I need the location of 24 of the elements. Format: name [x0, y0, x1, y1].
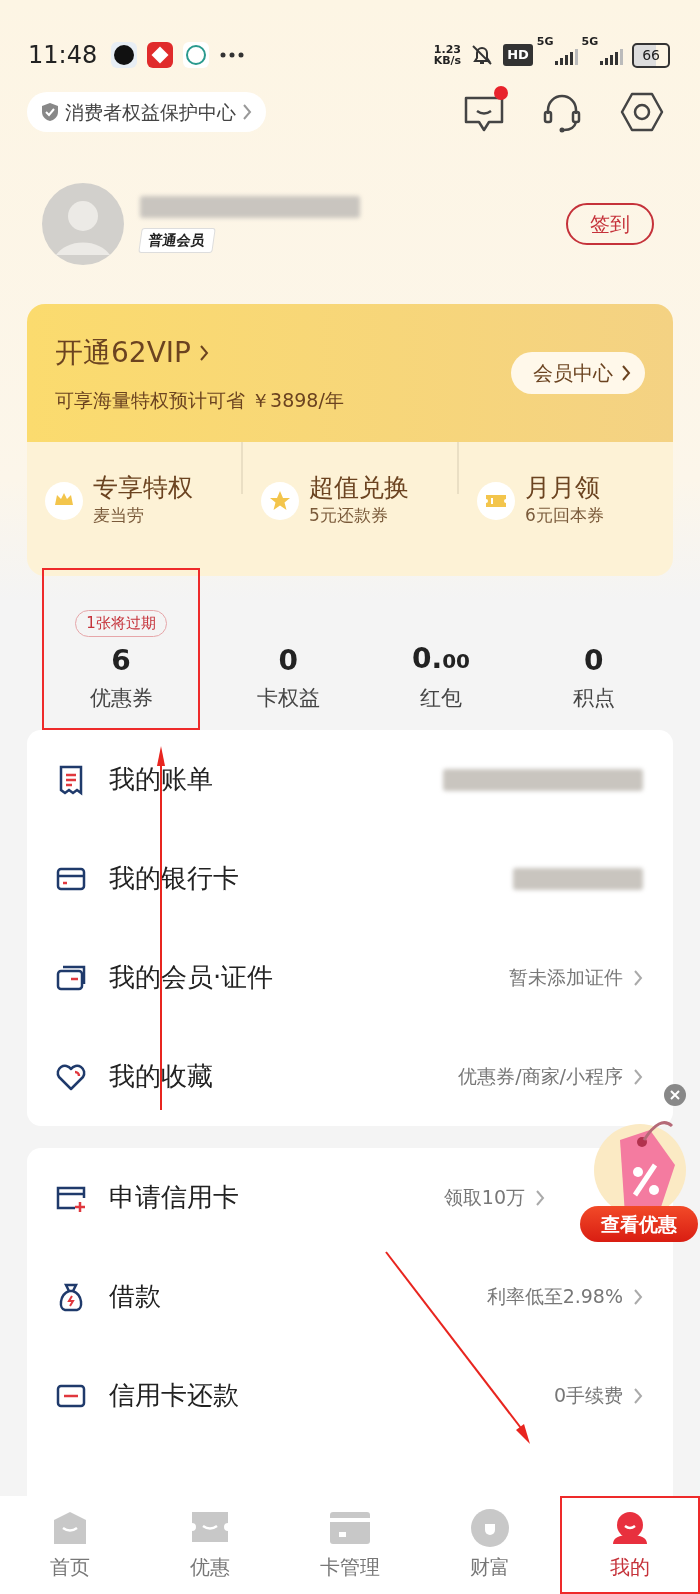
battery-level: 66 — [632, 42, 670, 68]
menu-detail: 0手续费 — [553, 1383, 623, 1409]
net-speed-unit: KB/s — [433, 55, 462, 66]
net-speed: 1.23 — [433, 44, 462, 55]
vip-savings-text: 可享海量特权预计可省 ￥3898/年 — [55, 388, 344, 413]
network-type: 5G — [581, 34, 599, 50]
menu-label: 借款 — [109, 1280, 162, 1313]
menu-detail: 利率低至2.98% — [486, 1284, 623, 1310]
menu-label: 我的收藏 — [109, 1060, 214, 1093]
menu-label: 我的会员·证件 — [109, 961, 275, 994]
member-level-tag: 普通会员 — [138, 227, 216, 253]
perk-subtitle: 5元还款券 — [309, 504, 389, 528]
network-type: 5G — [536, 34, 554, 50]
menu-label: 我的账单 — [109, 763, 214, 796]
menu-label: 我的银行卡 — [109, 862, 240, 895]
menu-label: 申请信用卡 — [109, 1181, 240, 1214]
clock: 11:48 — [28, 40, 98, 71]
menu-detail: 优惠券/商家/小程序 — [458, 1064, 623, 1090]
menu-label: 信用卡还款 — [109, 1379, 240, 1412]
hd-badge: HD — [503, 44, 533, 66]
menu-detail: 暂未添加证件 — [509, 965, 623, 991]
perk-subtitle: 麦当劳 — [93, 504, 145, 528]
menu-detail: 领取10万 — [443, 1185, 525, 1211]
perk-subtitle: 6元回本券 — [525, 504, 604, 528]
